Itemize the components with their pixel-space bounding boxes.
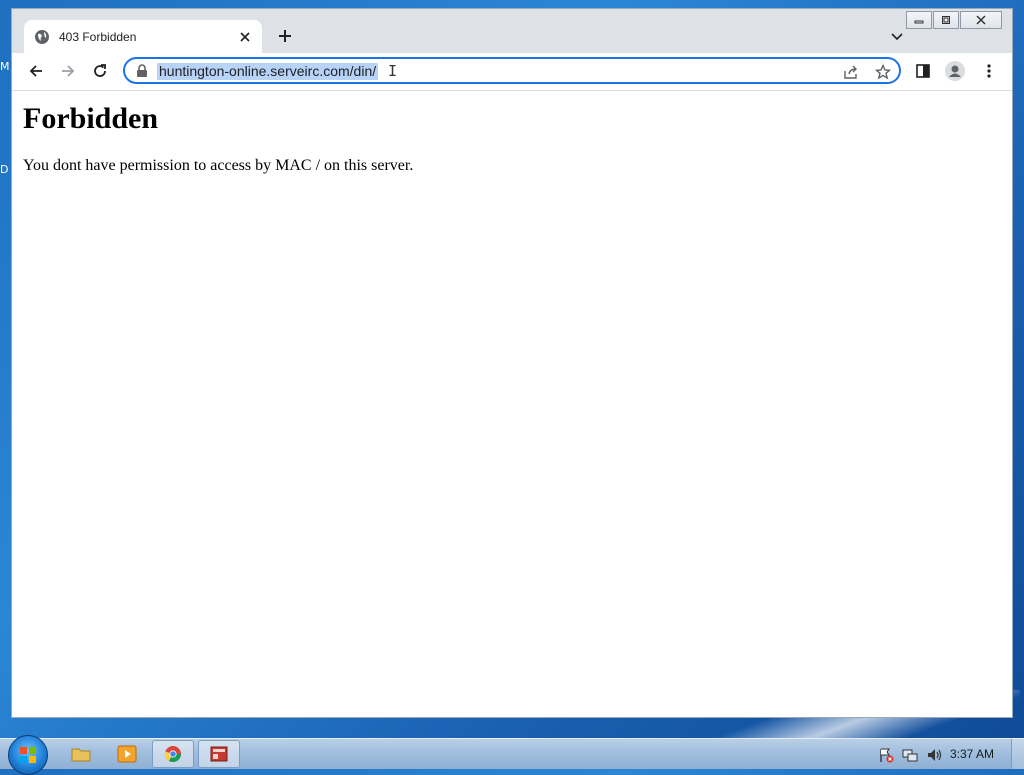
folder-icon xyxy=(71,748,91,762)
menu-button[interactable] xyxy=(980,62,998,80)
text-cursor-icon: I xyxy=(388,62,398,80)
page-content: Forbidden You dont have permission to ac… xyxy=(12,91,1012,717)
share-icon xyxy=(844,65,857,79)
reload-button[interactable] xyxy=(90,61,110,81)
back-button[interactable] xyxy=(26,61,46,81)
taskbar-clock[interactable]: 3:37 AM xyxy=(950,747,994,761)
volume-icon[interactable] xyxy=(926,747,942,768)
windows-logo-icon xyxy=(20,747,36,763)
system-tray xyxy=(878,747,942,768)
person-icon xyxy=(949,65,961,77)
globe-icon xyxy=(34,29,50,45)
page-heading: Forbidden xyxy=(23,102,159,135)
more-vert-icon xyxy=(987,64,991,78)
url-text[interactable]: huntington-online.serveirc.com/din/ xyxy=(157,63,379,80)
action-center-flag-icon[interactable] xyxy=(878,747,894,768)
minimize-button[interactable] xyxy=(906,11,932,29)
browser-window: 403 Forbidden huntington-online.serveirc… xyxy=(11,8,1013,718)
media-player-icon xyxy=(117,745,137,763)
new-tab-button[interactable] xyxy=(276,27,294,45)
star-icon xyxy=(875,64,891,80)
plus-icon xyxy=(279,30,291,42)
tab-search-button[interactable] xyxy=(890,29,904,43)
chevron-down-icon xyxy=(891,33,903,41)
browser-toolbar: huntington-online.serveirc.com/din/ I xyxy=(12,53,1012,91)
tab-title: 403 Forbidden xyxy=(59,29,137,44)
arrow-right-icon xyxy=(62,65,75,77)
minimize-icon xyxy=(914,20,924,24)
show-desktop-button[interactable] xyxy=(1011,739,1024,769)
taskbar-app-window[interactable] xyxy=(198,740,240,768)
bookmark-button[interactable] xyxy=(875,64,891,80)
close-window-button[interactable] xyxy=(960,11,1002,29)
start-button[interactable] xyxy=(8,735,48,775)
desktop-icon-label[interactable]: D xyxy=(0,163,8,176)
restore-icon xyxy=(942,16,950,24)
maximize-button[interactable] xyxy=(933,11,959,29)
arrow-left-icon xyxy=(29,65,42,77)
chrome-icon xyxy=(164,746,181,762)
side-panel-button[interactable] xyxy=(914,62,932,80)
app-window-icon xyxy=(210,746,228,762)
desktop-icon-label[interactable]: M xyxy=(0,60,10,73)
close-tab-button[interactable] xyxy=(237,29,253,45)
lock-icon[interactable] xyxy=(136,64,148,78)
tab-403-forbidden[interactable]: 403 Forbidden xyxy=(24,20,262,53)
share-button[interactable] xyxy=(843,64,859,80)
taskbar-explorer[interactable] xyxy=(60,740,102,768)
window-controls xyxy=(905,11,1002,29)
taskbar-media-player[interactable] xyxy=(106,740,148,768)
side-panel-icon xyxy=(916,64,930,78)
avatar xyxy=(945,61,965,81)
close-icon xyxy=(240,31,250,42)
taskbar-chrome[interactable] xyxy=(152,740,194,768)
tab-strip: 403 Forbidden xyxy=(12,9,1012,53)
close-icon xyxy=(976,15,986,25)
reload-icon xyxy=(94,64,106,77)
forward-button[interactable] xyxy=(58,61,78,81)
network-icon[interactable] xyxy=(902,747,918,768)
profile-button[interactable] xyxy=(945,61,965,81)
address-bar[interactable]: huntington-online.serveirc.com/din/ I xyxy=(123,57,901,84)
taskbar: 3:37 AM xyxy=(0,735,1024,775)
error-message: You dont have permission to access by MA… xyxy=(23,157,414,174)
